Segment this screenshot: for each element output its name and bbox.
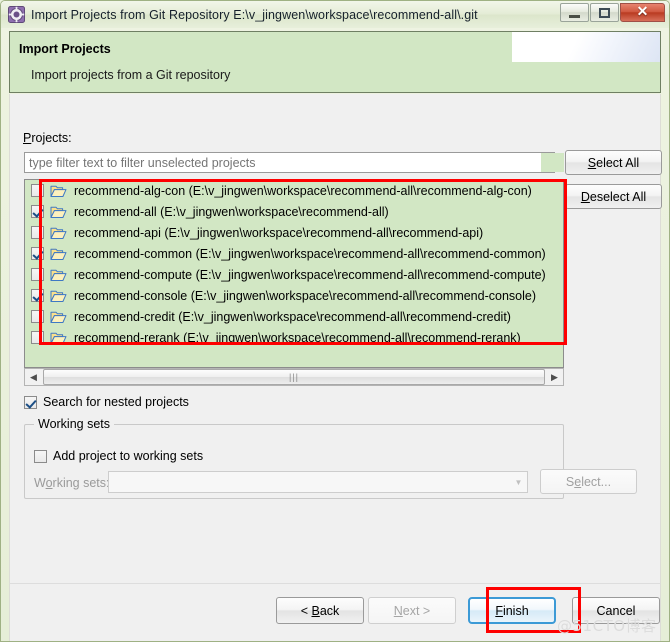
project-checkbox[interactable] xyxy=(31,268,44,281)
project-label: recommend-rerank (E:\v_jingwen\workspace… xyxy=(74,330,521,345)
table-row[interactable]: recommend-credit (E:\v_jingwen\workspace… xyxy=(25,306,563,327)
wizard-footer: < Back Next > Finish Cancel xyxy=(9,583,661,641)
working-sets-group-label: Working sets xyxy=(34,417,115,431)
wizard-body: Projects: Select All Deselect All recomm… xyxy=(9,94,662,583)
project-label: recommend-common (E:\v_jingwen\workspace… xyxy=(74,246,546,261)
project-checkbox[interactable] xyxy=(31,289,44,302)
project-label: recommend-credit (E:\v_jingwen\workspace… xyxy=(74,309,511,324)
next-button: Next > xyxy=(368,597,456,624)
search-nested-projects-checkbox[interactable] xyxy=(24,395,37,409)
working-sets-combo[interactable]: ▼ xyxy=(108,471,528,493)
header-banner-image xyxy=(512,32,660,62)
table-row[interactable]: recommend-api (E:\v_jingwen\workspace\re… xyxy=(25,222,563,243)
filter-input-accessory xyxy=(541,153,564,172)
folder-icon xyxy=(50,184,67,198)
project-label: recommend-api (E:\v_jingwen\workspace\re… xyxy=(74,225,484,240)
projects-label-rest: rojects: xyxy=(31,131,72,145)
table-row[interactable]: recommend-console (E:\v_jingwen\workspac… xyxy=(25,285,563,306)
folder-icon xyxy=(50,226,67,240)
working-sets-combo-label: Working sets: xyxy=(34,476,110,490)
project-label: recommend-alg-con (E:\v_jingwen\workspac… xyxy=(74,183,532,198)
chevron-down-icon: ▼ xyxy=(514,477,523,487)
add-project-to-working-sets-label: Add project to working sets xyxy=(53,449,204,463)
cancel-button[interactable]: Cancel xyxy=(572,597,660,624)
folder-icon xyxy=(50,310,67,324)
folder-icon xyxy=(50,331,67,345)
window-title: Import Projects from Git Repository E:\v… xyxy=(31,7,478,22)
project-label: recommend-all (E:\v_jingwen\workspace\re… xyxy=(74,204,389,219)
working-sets-select-button[interactable]: Select... xyxy=(540,469,637,494)
table-row[interactable]: recommend-rerank (E:\v_jingwen\workspace… xyxy=(25,327,563,348)
filter-input[interactable] xyxy=(24,152,555,173)
wizard-header: Import Projects Import projects from a G… xyxy=(9,31,661,93)
add-project-to-working-sets-checkbox[interactable] xyxy=(34,449,47,463)
search-nested-projects-row[interactable]: Search for nested projects xyxy=(24,395,189,409)
maximize-button[interactable] xyxy=(590,3,619,22)
folder-icon xyxy=(50,289,67,303)
add-project-to-working-sets-row[interactable]: Add project to working sets xyxy=(34,449,203,463)
project-label: recommend-compute (E:\v_jingwen\workspac… xyxy=(74,267,546,282)
project-checkbox[interactable] xyxy=(31,184,44,197)
project-label: recommend-console (E:\v_jingwen\workspac… xyxy=(74,288,536,303)
finish-button-label: Finish xyxy=(495,603,529,618)
maximize-icon xyxy=(599,7,610,18)
table-row[interactable]: recommend-alg-con (E:\v_jingwen\workspac… xyxy=(25,180,563,201)
git-repository-icon xyxy=(8,6,25,23)
projects-list[interactable]: recommend-alg-con (E:\v_jingwen\workspac… xyxy=(24,179,564,368)
table-row[interactable]: recommend-compute (E:\v_jingwen\workspac… xyxy=(25,264,563,285)
projects-label: Projects: xyxy=(23,131,72,145)
window-controls: ✕ xyxy=(559,3,665,22)
cancel-button-label: Cancel xyxy=(596,603,636,618)
window-title-bar: Import Projects from Git Repository E:\v… xyxy=(1,1,669,28)
project-checkbox[interactable] xyxy=(31,226,44,239)
select-all-label: Select All xyxy=(587,155,640,170)
minimize-button[interactable] xyxy=(560,3,589,22)
projects-horizontal-scrollbar[interactable]: ◀ ||| ▶ xyxy=(24,368,564,386)
folder-icon xyxy=(50,247,67,261)
scroll-right-arrow-icon[interactable]: ▶ xyxy=(546,369,563,385)
page-title: Import Projects xyxy=(19,42,111,56)
working-sets-select-label: Select... xyxy=(565,474,612,489)
select-all-button[interactable]: Select All xyxy=(565,150,662,175)
deselect-all-label: Deselect All xyxy=(580,189,647,204)
folder-icon xyxy=(50,268,67,282)
project-checkbox[interactable] xyxy=(31,331,44,344)
import-projects-dialog: Import Projects from Git Repository E:\v… xyxy=(0,0,670,642)
project-checkbox[interactable] xyxy=(31,205,44,218)
table-row[interactable]: recommend-common (E:\v_jingwen\workspace… xyxy=(25,243,563,264)
project-checkbox[interactable] xyxy=(31,247,44,260)
minimize-icon xyxy=(569,14,580,18)
close-icon: ✕ xyxy=(636,4,649,20)
scrollbar-thumb[interactable]: ||| xyxy=(43,369,545,385)
search-nested-projects-label: Search for nested projects xyxy=(43,395,189,409)
next-button-label: Next > xyxy=(393,603,431,618)
finish-button[interactable]: Finish xyxy=(468,597,556,624)
page-description: Import projects from a Git repository xyxy=(31,68,231,82)
folder-icon xyxy=(50,205,67,219)
back-button[interactable]: < Back xyxy=(276,597,364,624)
scroll-left-arrow-icon[interactable]: ◀ xyxy=(25,369,42,385)
project-checkbox[interactable] xyxy=(31,310,44,323)
close-button[interactable]: ✕ xyxy=(620,3,665,22)
deselect-all-button[interactable]: Deselect All xyxy=(565,184,662,209)
back-button-label: < Back xyxy=(300,603,340,618)
table-row[interactable]: recommend-all (E:\v_jingwen\workspace\re… xyxy=(25,201,563,222)
